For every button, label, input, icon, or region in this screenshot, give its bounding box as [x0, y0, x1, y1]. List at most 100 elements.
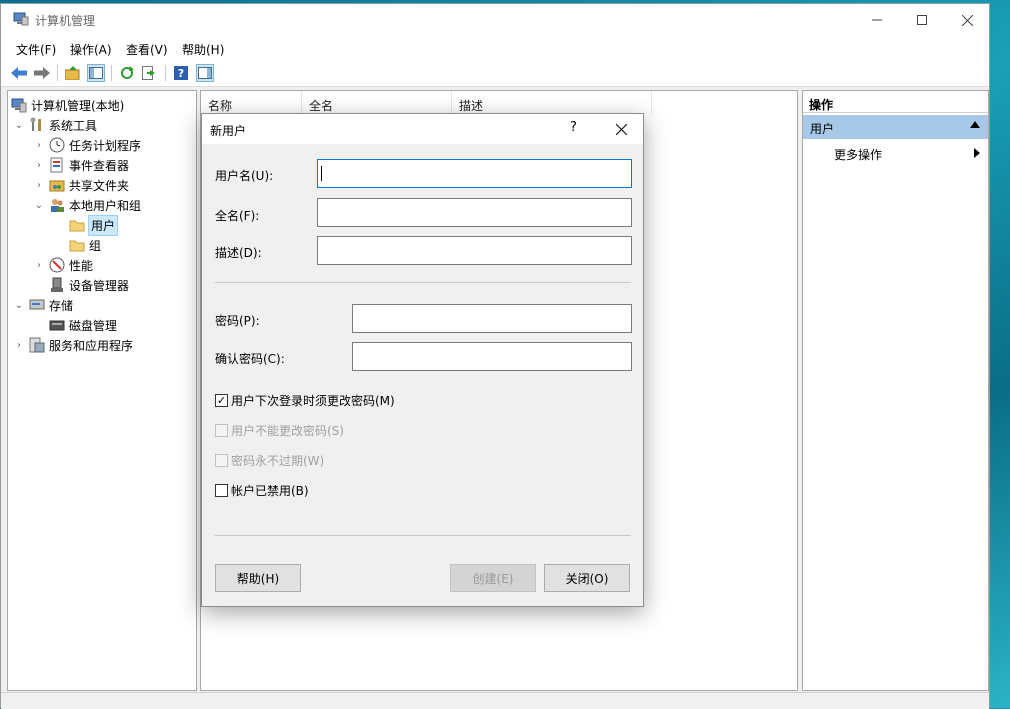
- password-input[interactable]: [352, 304, 632, 333]
- dialog-close-button[interactable]: [606, 117, 636, 141]
- tree-item-storage[interactable]: ⌄ 存储: [13, 295, 73, 315]
- submenu-arrow-icon: [974, 148, 980, 158]
- help-book-icon: ?: [174, 66, 188, 80]
- account-disabled-checkbox[interactable]: 帐户已禁用(B): [215, 481, 309, 499]
- collapse-up-icon[interactable]: [970, 121, 980, 128]
- console-tree-icon: [89, 67, 103, 79]
- shared-folder-icon: [49, 177, 65, 193]
- tree-item-disk-management[interactable]: 磁盘管理: [49, 315, 117, 335]
- show-hide-action-pane-button[interactable]: [196, 64, 214, 82]
- status-bar: [1, 692, 989, 709]
- minimize-icon: [872, 19, 882, 21]
- description-label: 描述(D):: [215, 246, 262, 260]
- checkbox-checked[interactable]: ✓: [215, 393, 228, 407]
- console-tree: 计算机管理(本地) ⌄ 系统工具 › 任务计划程序 › 事件查看器 › 共享文件…: [7, 90, 197, 691]
- confirm-password-input[interactable]: [352, 342, 632, 371]
- checkbox-unchecked: [215, 453, 228, 467]
- tree-item-system-tools[interactable]: ⌄ 系统工具: [13, 115, 97, 135]
- chevron-right-icon[interactable]: ›: [33, 260, 45, 271]
- menu-help[interactable]: 帮助(H): [182, 41, 224, 58]
- tree-item-task-scheduler[interactable]: › 任务计划程序: [33, 135, 141, 155]
- tree-item-computer-management[interactable]: 计算机管理(本地): [11, 95, 124, 115]
- device-manager-icon: [49, 277, 65, 293]
- tree-item-groups[interactable]: 组: [69, 235, 101, 255]
- close-icon: [615, 123, 627, 135]
- divider: [215, 282, 631, 283]
- dialog-help-icon[interactable]: ?: [570, 120, 577, 135]
- chevron-right-icon[interactable]: ›: [33, 160, 45, 171]
- description-input[interactable]: [317, 236, 632, 265]
- computer-management-icon: [13, 12, 29, 26]
- tree-item-users[interactable]: 用户: [69, 214, 119, 236]
- users-icon: [49, 197, 65, 213]
- toolbar-separator: [111, 65, 112, 81]
- chevron-right-icon[interactable]: ›: [13, 340, 25, 351]
- maximize-button[interactable]: [899, 4, 945, 36]
- computer-management-icon: [11, 97, 27, 113]
- tree-item-services-applications[interactable]: › 服务和应用程序: [13, 335, 133, 355]
- performance-icon: [49, 257, 65, 273]
- tree-item-device-manager[interactable]: 设备管理器: [49, 275, 129, 295]
- tree-item-local-users-groups[interactable]: ⌄ 本地用户和组: [33, 195, 141, 215]
- column-header-name[interactable]: 名称: [201, 91, 302, 115]
- chevron-down-icon[interactable]: ⌄: [33, 200, 45, 211]
- dialog-title: 新用户: [210, 124, 247, 138]
- text-caret: [321, 166, 322, 181]
- system-tools-icon: [29, 117, 45, 133]
- menu-file[interactable]: 文件(F): [16, 41, 56, 58]
- chevron-down-icon[interactable]: ⌄: [13, 300, 25, 311]
- checkbox-unchecked: [215, 423, 228, 437]
- refresh-button[interactable]: [118, 64, 136, 82]
- export-list-button[interactable]: [141, 64, 159, 82]
- fullname-label: 全名(F):: [215, 209, 260, 223]
- chevron-right-icon[interactable]: ›: [33, 180, 45, 191]
- toolbar-separator: [57, 65, 58, 81]
- new-user-dialog: 新用户 ? 用户名(U): 全名(F): 描述(D): 密码(P): 确认密码(…: [201, 113, 644, 607]
- forward-button[interactable]: [33, 64, 51, 82]
- password-never-expires-checkbox: 密码永不过期(W): [215, 451, 324, 469]
- chevron-down-icon[interactable]: ⌄: [13, 120, 25, 131]
- help-button[interactable]: 帮助(H): [215, 564, 301, 592]
- window-title: 计算机管理: [35, 14, 96, 28]
- divider: [215, 535, 631, 536]
- chevron-right-icon[interactable]: ›: [33, 140, 45, 151]
- close-button[interactable]: 关闭(O): [544, 564, 630, 592]
- forward-arrow-icon: [34, 67, 50, 79]
- fullname-input[interactable]: [317, 198, 632, 227]
- column-header-description[interactable]: 描述: [452, 91, 652, 115]
- confirm-password-label: 确认密码(C):: [215, 352, 285, 366]
- back-button[interactable]: [10, 64, 28, 82]
- disk-icon: [49, 317, 65, 333]
- up-folder-button[interactable]: [64, 64, 82, 82]
- checkbox-unchecked[interactable]: [215, 483, 228, 497]
- folder-icon: [69, 237, 85, 253]
- actions-section-users[interactable]: 用户: [803, 115, 988, 139]
- toolbar-separator: [165, 65, 166, 81]
- more-actions-item[interactable]: 更多操作: [803, 141, 988, 163]
- username-input[interactable]: [317, 159, 632, 188]
- tree-item-event-viewer[interactable]: › 事件查看器: [33, 155, 129, 175]
- close-icon: [961, 14, 973, 26]
- actions-pane: 操作 用户 更多操作: [802, 90, 989, 691]
- svg-text:?: ?: [178, 67, 184, 80]
- tree-item-performance[interactable]: › 性能: [33, 255, 93, 275]
- column-header-fullname[interactable]: 全名: [302, 91, 452, 115]
- show-hide-tree-button[interactable]: [87, 64, 105, 82]
- must-change-password-checkbox[interactable]: ✓ 用户下次登录时须更改密码(M): [215, 391, 395, 409]
- storage-icon: [29, 297, 45, 313]
- tree-item-shared-folders[interactable]: › 共享文件夹: [33, 175, 129, 195]
- refresh-icon: [121, 66, 134, 79]
- menu-action[interactable]: 操作(A): [70, 41, 112, 58]
- help-toolbar-button[interactable]: ?: [172, 64, 190, 82]
- event-viewer-icon: [49, 157, 65, 173]
- create-button: 创建(E): [450, 564, 536, 592]
- menu-view[interactable]: 查看(V): [126, 41, 168, 58]
- back-arrow-icon: [11, 67, 27, 79]
- title-bar[interactable]: 计算机管理: [1, 4, 989, 36]
- dialog-title-bar[interactable]: 新用户 ?: [202, 114, 643, 144]
- window-close-button[interactable]: [944, 4, 990, 36]
- minimize-button[interactable]: [854, 4, 900, 36]
- services-icon: [29, 337, 45, 353]
- maximize-icon: [917, 15, 927, 25]
- username-label: 用户名(U):: [215, 169, 274, 183]
